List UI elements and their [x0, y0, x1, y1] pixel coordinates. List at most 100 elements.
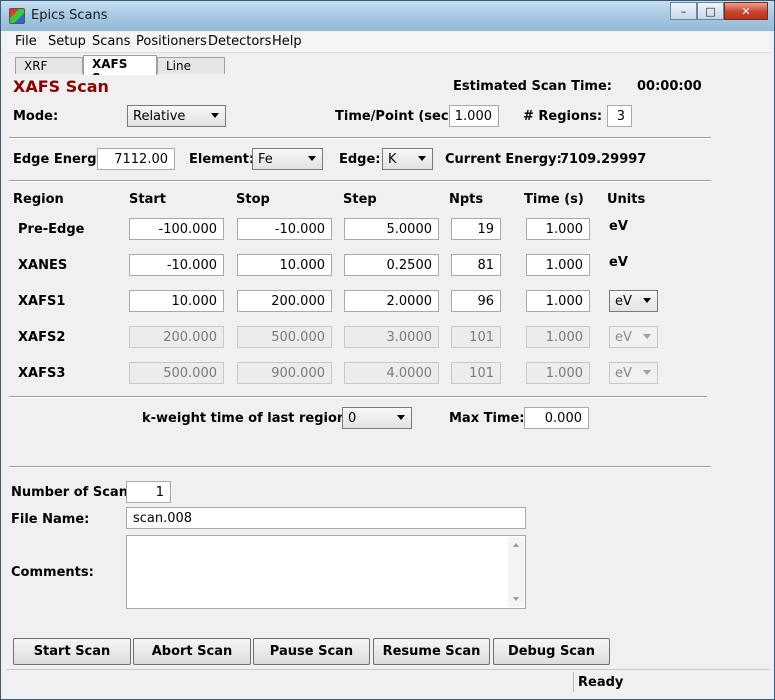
- element-select[interactable]: Fe: [252, 148, 323, 170]
- file-name-label: File Name:: [11, 512, 90, 527]
- menu-setup[interactable]: Setup: [48, 34, 86, 49]
- npts-input[interactable]: 81: [451, 254, 501, 276]
- edge-value: K: [388, 152, 397, 167]
- stop-input[interactable]: -10.000: [237, 218, 332, 240]
- time-input[interactable]: 1.000: [526, 218, 590, 240]
- element-label: Element:: [189, 152, 255, 167]
- edge-energy-input[interactable]: 7112.00: [97, 148, 175, 170]
- maximize-button[interactable]: □: [697, 2, 724, 20]
- current-energy-label: Current Energy:: [445, 152, 562, 167]
- units-label: eV: [609, 255, 628, 270]
- step-input[interactable]: 5.0000: [344, 218, 439, 240]
- button-bar: Start Scan Abort Scan Pause Scan Resume …: [7, 633, 770, 667]
- time-input: 1.000: [526, 326, 590, 348]
- units-label: eV: [609, 219, 628, 234]
- chevron-down-icon: [308, 156, 316, 161]
- units-select[interactable]: eV: [609, 290, 658, 312]
- divider: [9, 180, 711, 182]
- step-input: 4.0000: [344, 362, 439, 384]
- region-name: XAFS1: [18, 294, 66, 309]
- col-header-time: Time (s): [524, 192, 584, 207]
- tab-xafs-scans[interactable]: XAFS Scans: [83, 55, 157, 85]
- npts-input: 101: [451, 362, 501, 384]
- time-input[interactable]: 1.000: [526, 254, 590, 276]
- scroll-up-icon[interactable]: [513, 543, 519, 547]
- col-header-step: Step: [343, 192, 377, 207]
- chevron-down-icon: [418, 156, 426, 161]
- stop-input[interactable]: 10.000: [237, 254, 332, 276]
- kweight-label: k-weight time of last region:: [142, 411, 352, 426]
- time-input: 1.000: [526, 362, 590, 384]
- pause-scan-button[interactable]: Pause Scan: [253, 638, 370, 665]
- regions-label: # Regions:: [523, 109, 603, 124]
- start-input[interactable]: -10.000: [129, 254, 224, 276]
- menu-file[interactable]: File: [15, 34, 37, 49]
- close-button[interactable]: ✕: [724, 2, 768, 20]
- chevron-down-icon: [397, 415, 405, 420]
- start-input[interactable]: -100.000: [129, 218, 224, 240]
- resume-scan-button[interactable]: Resume Scan: [373, 638, 490, 665]
- region-name: Pre-Edge: [18, 222, 85, 237]
- tab-xrf-maps[interactable]: XRF Maps: [15, 57, 83, 87]
- debug-scan-button[interactable]: Debug Scan: [493, 638, 610, 665]
- start-input: 500.000: [129, 362, 224, 384]
- edge-energy-label: Edge Energy:: [13, 152, 111, 167]
- element-value: Fe: [258, 152, 273, 167]
- divider: [9, 137, 711, 139]
- npts-input[interactable]: 96: [451, 290, 501, 312]
- stop-input: 900.000: [237, 362, 332, 384]
- mode-label: Mode:: [13, 109, 59, 124]
- kweight-value: 0: [348, 411, 357, 426]
- max-time-input[interactable]: 0.000: [524, 407, 589, 429]
- menu-help[interactable]: Help: [272, 34, 302, 49]
- app-window: Epics Scans – □ ✕ File Setup Scans Posit…: [0, 0, 775, 700]
- minimize-button[interactable]: –: [670, 2, 697, 20]
- est-time-label: Estimated Scan Time:: [453, 79, 612, 94]
- menu-positioners[interactable]: Positioners: [136, 34, 207, 49]
- col-header-start: Start: [129, 192, 166, 207]
- start-input[interactable]: 10.000: [129, 290, 224, 312]
- col-header-units: Units: [607, 192, 646, 207]
- page-title: XAFS Scan: [13, 77, 109, 96]
- region-name: XAFS3: [18, 366, 66, 381]
- units-select: eV: [609, 362, 658, 384]
- kweight-select[interactable]: 0: [342, 407, 412, 429]
- title-bar[interactable]: Epics Scans – □ ✕: [1, 1, 774, 31]
- regions-input[interactable]: 3: [607, 105, 632, 127]
- menu-scans[interactable]: Scans: [92, 34, 130, 49]
- number-of-scans-input[interactable]: 1: [126, 481, 171, 503]
- number-of-scans-label: Number of Scans:: [11, 485, 141, 500]
- divider: [9, 466, 711, 468]
- comments-label: Comments:: [11, 565, 94, 580]
- col-header-region: Region: [13, 192, 64, 207]
- max-time-label: Max Time:: [449, 411, 525, 426]
- file-name-input[interactable]: scan.008: [126, 507, 526, 529]
- units-select: eV: [609, 326, 658, 348]
- edge-select[interactable]: K: [382, 148, 433, 170]
- start-scan-button[interactable]: Start Scan: [13, 638, 131, 665]
- comments-scrollbar[interactable]: [508, 537, 524, 607]
- time-input[interactable]: 1.000: [526, 290, 590, 312]
- menu-detectors[interactable]: Detectors: [208, 34, 271, 49]
- divider: [9, 396, 707, 398]
- units-value: eV: [615, 366, 632, 381]
- chevron-down-icon: [211, 113, 219, 118]
- xafs-panel: XAFS Scan Estimated Scan Time: 00:00:00 …: [7, 75, 770, 667]
- scroll-down-icon[interactable]: [513, 597, 519, 601]
- units-value: eV: [615, 294, 632, 309]
- app-icon: [9, 8, 25, 24]
- chevron-down-icon: [643, 334, 651, 339]
- npts-input[interactable]: 19: [451, 218, 501, 240]
- mode-select[interactable]: Relative: [127, 105, 226, 127]
- status-separator: [573, 672, 574, 692]
- stop-input[interactable]: 200.000: [237, 290, 332, 312]
- step-input[interactable]: 2.0000: [344, 290, 439, 312]
- time-point-input[interactable]: 1.000: [449, 105, 499, 127]
- step-input[interactable]: 0.2500: [344, 254, 439, 276]
- tab-line-scans[interactable]: Line Scans: [157, 57, 225, 87]
- status-text: Ready: [578, 675, 624, 690]
- tab-bar: XRF Maps XAFS Scans Line Scans: [7, 55, 770, 87]
- comments-textarea[interactable]: [126, 535, 526, 609]
- abort-scan-button[interactable]: Abort Scan: [133, 638, 251, 665]
- est-time-value: 00:00:00: [637, 79, 702, 94]
